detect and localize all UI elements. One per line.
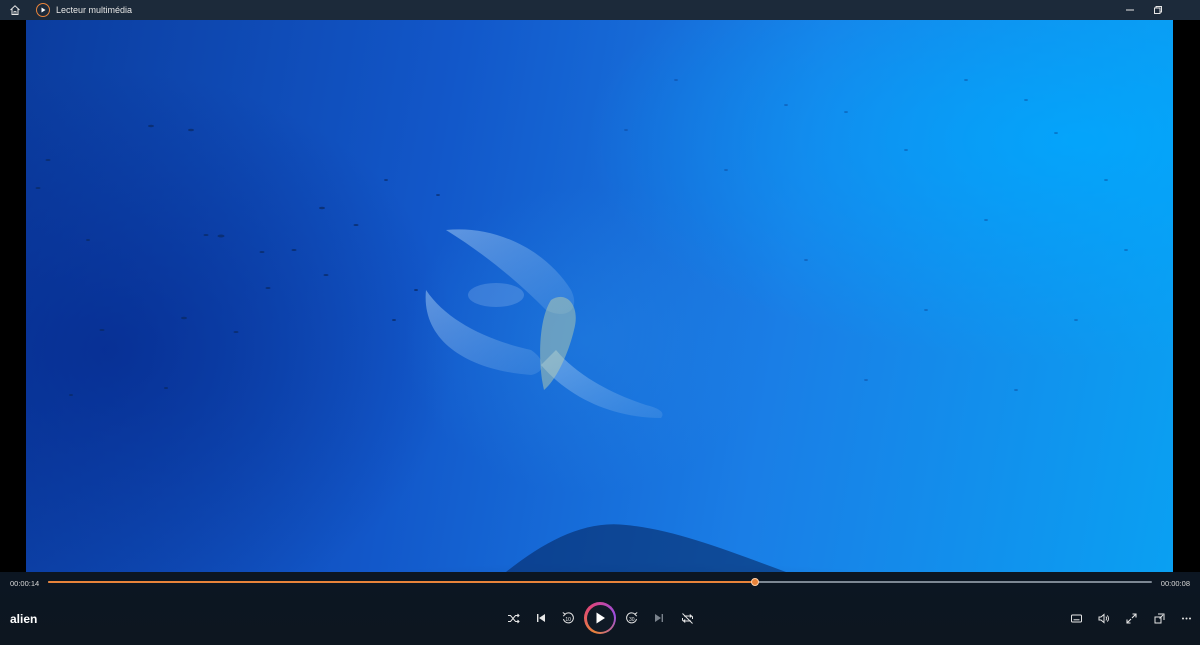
seek-progress <box>48 581 755 583</box>
minimize-icon <box>1126 9 1134 11</box>
forward-30-button[interactable]: 30 <box>621 607 643 629</box>
play-icon <box>596 612 605 624</box>
svg-text:30: 30 <box>629 617 635 623</box>
repeat-button[interactable] <box>676 607 698 629</box>
seek-bar[interactable] <box>48 578 1152 586</box>
media-player-window: Lecteur multimédia 00:00:14 00:00:08 ali… <box>0 0 1200 645</box>
window-title: Lecteur multimédia <box>56 5 133 15</box>
play-button[interactable] <box>584 602 616 634</box>
miniplayer-icon <box>1154 613 1164 623</box>
next-icon <box>655 614 663 622</box>
rewind-10-icon: 10 <box>562 612 574 624</box>
repeat-off-icon <box>681 612 693 624</box>
shuffle-icon <box>507 613 520 623</box>
app-logo-icon <box>36 3 50 17</box>
window-controls <box>1116 0 1200 20</box>
next-button[interactable] <box>648 607 670 629</box>
title-bar: Lecteur multimédia <box>0 0 1200 20</box>
subtitles-button[interactable] <box>1065 607 1087 629</box>
elapsed-time: 00:00:14 <box>10 579 40 588</box>
svg-text:10: 10 <box>565 617 571 623</box>
fullscreen-button[interactable] <box>1120 607 1142 629</box>
restore-icon <box>1154 6 1162 14</box>
seek-thumb[interactable] <box>750 578 759 586</box>
forward-30-icon: 30 <box>626 612 638 624</box>
minimize-button[interactable] <box>1116 0 1144 20</box>
media-title: alien <box>10 612 38 626</box>
rewind-10-button[interactable]: 10 <box>557 607 579 629</box>
previous-button[interactable] <box>530 607 552 629</box>
video-frame[interactable] <box>26 20 1173 572</box>
fullscreen-icon <box>1125 612 1137 624</box>
volume-icon <box>1098 612 1109 624</box>
miniplayer-button[interactable] <box>1148 607 1170 629</box>
subtitles-icon <box>1070 614 1082 622</box>
video-content <box>35 79 1144 572</box>
remaining-time: 00:00:08 <box>1160 579 1190 588</box>
previous-icon <box>537 614 545 622</box>
home-button[interactable] <box>0 0 30 20</box>
restore-button[interactable] <box>1144 0 1172 20</box>
more-options-button[interactable] <box>1175 607 1197 629</box>
volume-button[interactable] <box>1092 607 1114 629</box>
shuffle-button[interactable] <box>502 607 524 629</box>
more-icon <box>1181 617 1191 619</box>
playback-controls: 00:00:14 00:00:08 alien 10 30 <box>0 572 1200 645</box>
home-icon <box>10 5 20 15</box>
